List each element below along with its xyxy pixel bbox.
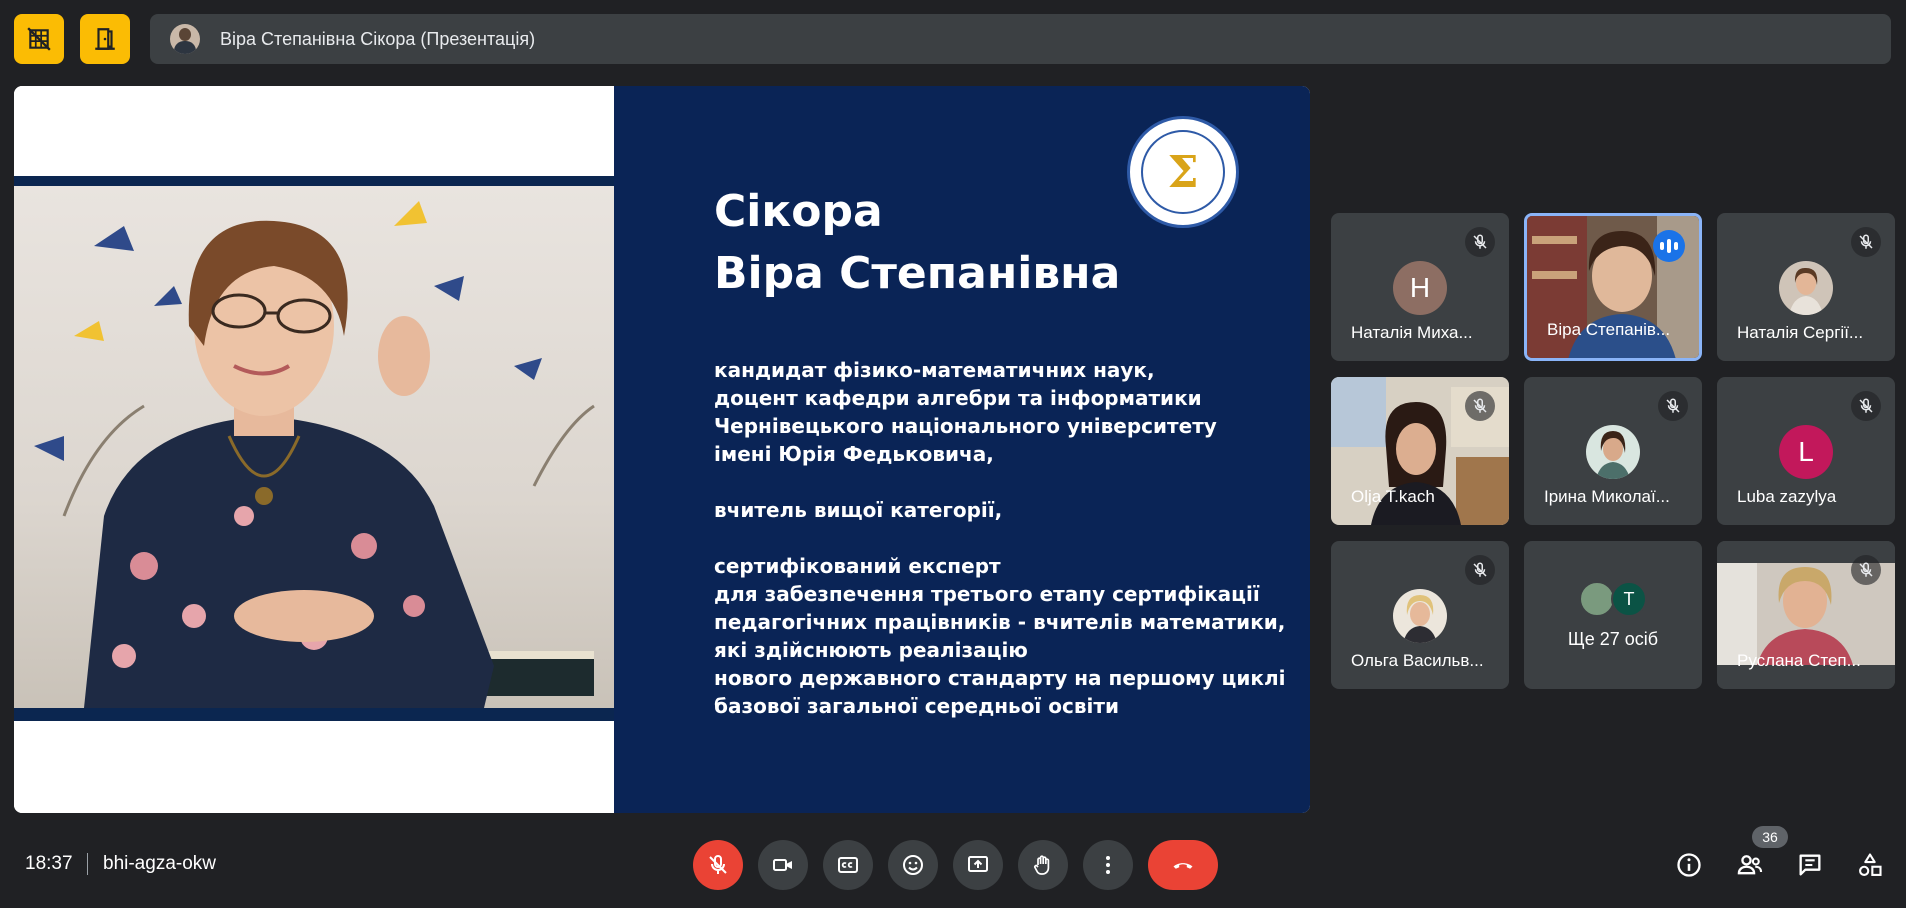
participant-tile[interactable]: Наталія Сергії... [1717,213,1895,361]
participant-tile-speaking[interactable]: Віра Степанів... [1524,213,1702,361]
slide-photo-panel [14,86,614,813]
participant-tile[interactable]: L Luba zazylya [1717,377,1895,525]
shapes-icon [1859,853,1882,876]
mic-off-icon [1851,391,1881,421]
chat-icon [1799,854,1821,876]
avatar: Н [1393,261,1447,315]
participant-name: Руслана Степ... [1737,651,1861,670]
participant-name: Наталія Миха... [1351,323,1473,342]
mic-off-icon [1465,555,1495,585]
participant-tile[interactable]: Ірина Миколаї... [1524,377,1702,525]
leave-call-button[interactable] [1148,840,1218,890]
slide-title-given: Віра Степанівна [714,248,1121,299]
captions-button[interactable] [823,840,873,890]
emoji-icon [903,855,923,875]
presenter-bar[interactable]: Віра Степанівна Сікора (Презентація) [150,14,1891,64]
participant-name: Olja T.kach [1351,487,1435,506]
participant-name: Віра Степанів... [1547,320,1671,339]
hand-icon [1034,855,1050,875]
slide-title-surname: Сікора [714,186,883,237]
avatar: L [1779,425,1833,479]
mic-off-icon [1465,391,1495,421]
participant-count-badge: 36 [1752,826,1788,848]
info-icon [1677,853,1701,877]
mic-off-icon [1658,391,1688,421]
participant-tile[interactable]: Н Наталія Миха... [1331,213,1509,361]
hang-up-icon [1173,863,1193,869]
participant-name: Luba zazylya [1737,487,1837,506]
participant-tile[interactable]: Olja T.kach [1331,377,1509,525]
closed-captions-icon [838,857,858,873]
participant-name: Ірина Миколаї... [1544,487,1670,506]
mic-toggle-button[interactable] [693,840,743,890]
people-icon [1737,855,1763,875]
layout-button[interactable] [80,14,130,64]
meeting-code: bhi-agza-okw [103,853,216,874]
mic-off-icon [1851,555,1881,585]
speaking-indicator-icon [1653,230,1685,262]
university-logo: Σ [1127,116,1239,228]
chat-button[interactable] [1793,848,1827,882]
avatar [1393,589,1447,643]
activities-button[interactable] [1853,848,1887,882]
more-vert-icon [1106,856,1110,874]
avatar [1779,261,1833,315]
reactions-button[interactable] [888,840,938,890]
presenter-avatar [170,24,200,54]
speaker-photo [14,186,614,708]
slide-body-text: кандидат фізико-математичних наук, доцен… [714,358,1286,718]
meeting-time: 18:37 [25,853,73,874]
more-participants-label: Ще 27 осіб [1567,629,1659,649]
avatar: T [1611,581,1647,617]
presentation-stage: Σ Сікора Віра Степанівна кандидат фізико… [14,86,1310,813]
door-icon [95,28,115,50]
people-button[interactable] [1733,848,1767,882]
camera-toggle-button[interactable] [758,840,808,890]
mic-off-icon [709,854,727,874]
present-button[interactable] [953,840,1003,890]
more-participants-tile[interactable]: T Ще 27 осіб [1524,541,1702,689]
participant-tile[interactable]: Ольга Васильв... [1331,541,1509,689]
presentation-title: Віра Степанівна Сікора (Презентація) [220,28,536,49]
meeting-details-button[interactable] [1672,848,1706,882]
avatar [1579,581,1615,617]
camera-icon [773,859,792,871]
avatar [1586,425,1640,479]
raise-hand-button[interactable] [1018,840,1068,890]
avatar-letter: T [1623,588,1635,609]
logo-symbol: Σ [1167,146,1199,198]
grid-off-icon [27,27,51,51]
participant-name: Ольга Васильв... [1351,651,1484,670]
more-options-button[interactable] [1083,840,1133,890]
present-screen-icon [968,856,988,872]
slide-content: Σ Сікора Віра Степанівна кандидат фізико… [614,86,1310,813]
hide-video-button[interactable] [14,14,64,64]
participant-name: Наталія Сергії... [1737,323,1864,342]
participant-tile[interactable]: Руслана Степ... [1717,541,1895,689]
mic-off-icon [1465,227,1495,257]
divider [87,853,88,875]
mic-off-icon [1851,227,1881,257]
slide-title: Сікора Віра Степанівна [714,181,1120,305]
